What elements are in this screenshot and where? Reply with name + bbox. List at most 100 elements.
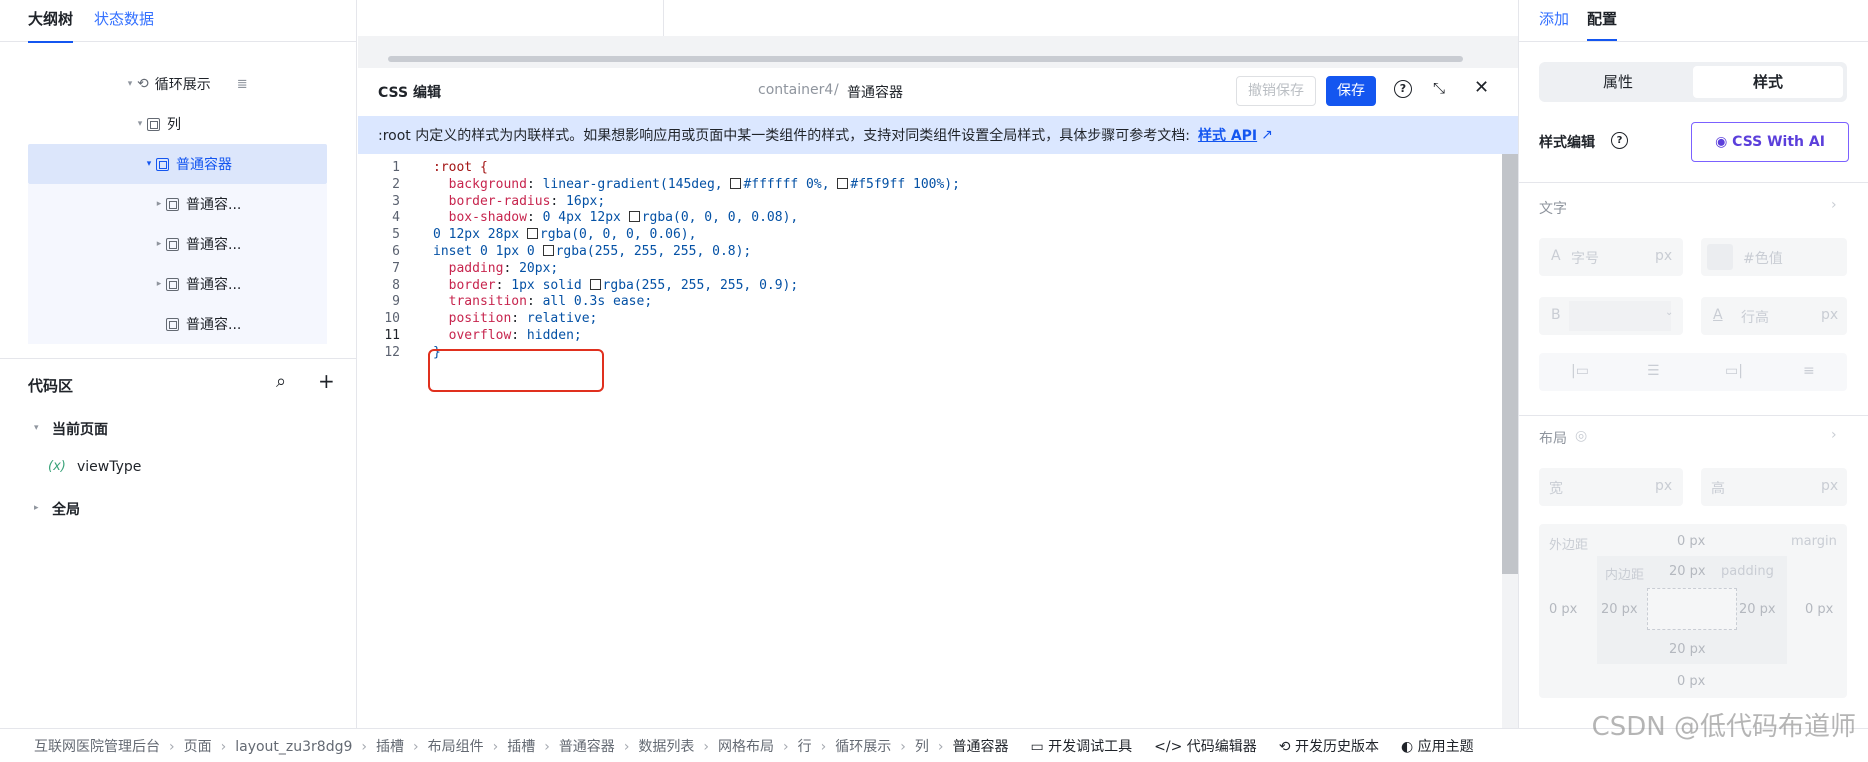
tab-outline-tree[interactable]: 大纲树 <box>28 8 74 43</box>
css-with-ai-button[interactable]: ◉ CSS With AI <box>1691 122 1849 162</box>
tree-node-container[interactable]: ▸ 普通容... <box>28 184 327 224</box>
tree-node-loop[interactable]: ▾ ⟲ 循环展示 ≣ <box>28 64 327 104</box>
theme-button[interactable]: ◐ 应用主题 <box>1401 736 1474 756</box>
loop-icon: ⟲ <box>137 76 149 92</box>
global-group[interactable]: 全局 <box>52 499 80 519</box>
align-justify-icon[interactable]: ≡ <box>1803 363 1815 379</box>
horizontal-scrollbar[interactable] <box>388 56 1463 62</box>
line-height-input[interactable]: A 行高 px <box>1701 297 1847 335</box>
color-swatch[interactable] <box>589 278 601 290</box>
breadcrumb-item[interactable]: 页面 <box>184 739 212 755</box>
margin-left-value[interactable]: 0 px <box>1549 602 1577 617</box>
close-icon[interactable]: ✕ <box>1474 77 1489 98</box>
code-line[interactable]: overflow: hidden; <box>433 326 582 346</box>
padding-right-value[interactable]: 20 px <box>1739 602 1776 617</box>
align-left-icon[interactable]: |▭ <box>1571 363 1589 379</box>
chevron-down-icon[interactable]: ▾ <box>34 423 39 433</box>
breadcrumb-item[interactable]: 互联网医院管理后台 <box>34 739 160 755</box>
color-swatch[interactable] <box>837 177 849 189</box>
style-api-link[interactable]: 样式 API <box>1198 125 1257 145</box>
collapse-icon[interactable]: ⤡ <box>1433 79 1445 97</box>
tab-config[interactable]: 配置 <box>1587 8 1617 29</box>
chevron-down-icon[interactable]: ▾ <box>133 119 147 129</box>
width-label: 宽 <box>1549 481 1563 497</box>
breadcrumb-item[interactable]: 行 <box>798 739 812 755</box>
padding-left-value[interactable]: 20 px <box>1601 602 1638 617</box>
color-input[interactable]: #色值 <box>1701 238 1847 276</box>
chevron-right-icon[interactable]: › <box>1831 427 1837 443</box>
text-align-group: |▭ ☰ ▭| ≡ <box>1539 353 1847 391</box>
chevron-right-icon: › <box>623 738 630 755</box>
help-icon[interactable]: ? <box>1611 132 1628 149</box>
chevron-right-icon[interactable]: ▸ <box>152 239 166 249</box>
breadcrumb-item[interactable]: 插槽 <box>507 739 535 755</box>
save-button[interactable]: 保存 <box>1326 76 1376 106</box>
theme-label: 应用主题 <box>1417 738 1474 755</box>
breadcrumb-item[interactable]: 循环展示 <box>835 739 891 755</box>
breadcrumb-item[interactable]: layout_zu3r8dg9 <box>235 739 352 755</box>
tree-node-column[interactable]: ▾ 列 <box>28 104 327 144</box>
chevron-down-icon[interactable]: ▾ <box>123 79 137 89</box>
variable-viewtype[interactable]: viewType <box>77 459 141 475</box>
tree-node-container[interactable]: 普通容... <box>28 304 327 344</box>
font-size-placeholder: 字号 <box>1571 251 1599 267</box>
chevron-right-icon[interactable]: ▸ <box>152 279 166 289</box>
breadcrumb-item[interactable]: 数据列表 <box>638 739 694 755</box>
monitor-icon: ▭ <box>1030 738 1044 755</box>
text-section-title[interactable]: 文字 <box>1539 198 1567 218</box>
code-editor[interactable]: 1 2 3 4 5 6 7 8 9 10 11 12 :root { background: line… <box>358 154 1518 728</box>
tree-node-container-selected[interactable]: ▾ 普通容器 <box>28 144 327 184</box>
breadcrumb-item[interactable]: 列 <box>915 739 929 755</box>
breadcrumb-item[interactable]: 布局组件 <box>428 739 484 755</box>
chevron-right-icon[interactable]: ▸ <box>34 503 39 513</box>
breadcrumb-item[interactable]: 普通容器 <box>559 739 615 755</box>
color-swatch[interactable] <box>730 177 742 189</box>
add-icon[interactable]: + <box>318 369 335 393</box>
height-input[interactable]: 高 px <box>1701 468 1847 506</box>
segment-style[interactable]: 样式 <box>1693 66 1843 98</box>
tree-node-container[interactable]: ▸ 普通容... <box>28 264 327 304</box>
tab-add[interactable]: 添加 <box>1539 8 1569 29</box>
dev-tools-button[interactable]: ▭ 开发调试工具 <box>1030 736 1132 756</box>
font-weight-select[interactable]: B ⌄ <box>1539 297 1683 335</box>
color-swatch[interactable] <box>526 228 538 240</box>
align-right-icon[interactable]: ▭| <box>1725 363 1743 379</box>
padding-top-value[interactable]: 20 px <box>1669 564 1706 579</box>
width-input[interactable]: 宽 px <box>1539 468 1683 506</box>
chevron-down-icon[interactable]: ▾ <box>142 159 156 169</box>
color-swatch[interactable] <box>628 211 640 223</box>
breadcrumb-item[interactable]: 普通容器 <box>952 739 1008 755</box>
margin-top-value[interactable]: 0 px <box>1677 534 1705 549</box>
tab-state-data[interactable]: 状态数据 <box>94 8 154 29</box>
code-editor-button[interactable]: </> 代码编辑器 <box>1154 736 1257 756</box>
properties-style-switch: 属性 样式 <box>1539 62 1847 102</box>
eye-icon[interactable]: ◎ <box>1575 428 1587 444</box>
chevron-right-icon[interactable]: ▸ <box>152 199 166 209</box>
active-tab-indicator <box>1587 39 1617 41</box>
search-icon[interactable]: ⌕ <box>276 371 286 392</box>
color-swatch[interactable] <box>542 245 554 256</box>
history-button[interactable]: ⟲ 开发历史版本 <box>1279 736 1379 756</box>
breadcrumb-item[interactable]: 插槽 <box>376 739 404 755</box>
chevron-right-icon: › <box>703 738 710 755</box>
current-page-group[interactable]: 当前页面 <box>52 419 108 439</box>
segment-properties[interactable]: 属性 <box>1543 66 1693 98</box>
chevron-right-icon[interactable]: › <box>1831 197 1837 213</box>
help-icon[interactable]: ? <box>1394 80 1412 98</box>
chevron-down-icon[interactable]: ⌄ <box>1665 307 1673 318</box>
breadcrumb-item[interactable]: 网格布局 <box>718 739 774 755</box>
divider <box>1519 182 1868 183</box>
undo-save-button[interactable]: 撤销保存 <box>1236 76 1316 106</box>
margin-bottom-value[interactable]: 0 px <box>1677 674 1705 689</box>
margin-right-value[interactable]: 0 px <box>1805 602 1833 617</box>
tree-node-container[interactable]: ▸ 普通容... <box>28 224 327 264</box>
padding-bottom-value[interactable]: 20 px <box>1669 642 1706 657</box>
align-center-icon[interactable]: ☰ <box>1647 363 1660 379</box>
layout-section-title[interactable]: 布局 <box>1539 428 1567 448</box>
code-editor-label: 代码编辑器 <box>1186 738 1257 755</box>
palette-icon: ◐ <box>1400 738 1414 755</box>
external-link-icon[interactable]: ↗ <box>1261 127 1273 143</box>
font-size-input[interactable]: A 字号 px <box>1539 238 1683 276</box>
color-swatch[interactable] <box>1707 244 1733 270</box>
vertical-scrollbar-thumb[interactable] <box>1502 154 1518 574</box>
